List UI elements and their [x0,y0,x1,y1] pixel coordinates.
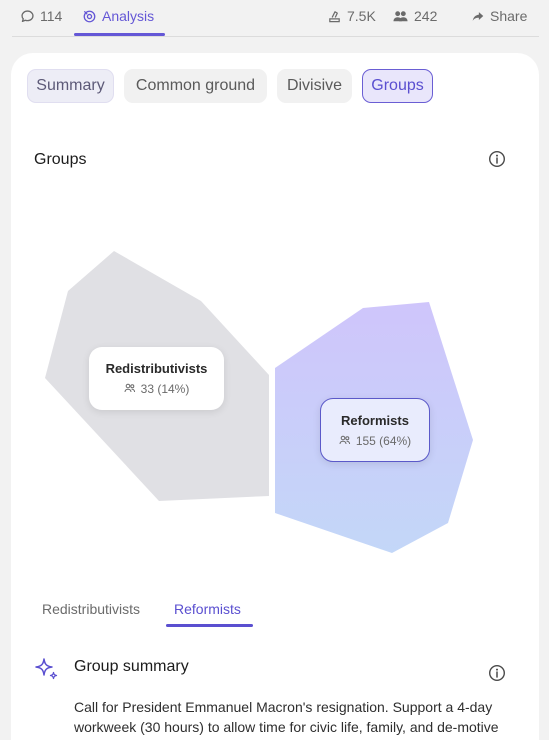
people-icon [339,434,351,448]
share-label: Share [490,8,528,24]
votes-stat: 7.5K [327,8,376,24]
group-summary-text: Call for President Emmanuel Macron's res… [74,699,499,740]
group-count-row: 155 (64%) [339,434,411,448]
sparkle-icon [34,656,60,687]
analysis-icon [82,9,97,24]
top-bar: 114 Analysis 7.5K 242 Share [0,0,549,37]
tab-redistributivists[interactable]: Redistributivists [42,601,140,617]
participants-icon [392,9,409,24]
share-button[interactable]: Share [471,8,527,24]
group-badge-redistributivists[interactable]: Redistributivists 33 (14%) [89,347,224,410]
tab-active-indicator [166,624,253,627]
analysis-label: Analysis [102,8,155,24]
votes-count: 7.5K [347,8,376,24]
group-tabs: Redistributivists Reformists [11,593,539,633]
topbar-divider [12,36,539,37]
comments-tab[interactable]: 114 [20,8,62,24]
group-name: Redistributivists [105,361,208,376]
summary-info-icon[interactable] [488,664,506,682]
share-icon [471,9,485,23]
group-name: Reformists [341,412,409,428]
group-count-row: 33 (14%) [124,382,190,396]
group-count: 155 (64%) [355,433,412,448]
group-summary-title: Group summary [74,658,189,675]
info-icon[interactable] [488,150,506,168]
group-count: 33 (14%) [140,382,190,396]
filter-groups-button[interactable]: Groups [362,69,433,103]
filter-summary-button[interactable]: Summary [27,69,114,103]
filter-common-ground-button[interactable]: Common ground [124,69,267,103]
vote-icon [327,9,342,24]
filter-divisive-button[interactable]: Divisive [277,69,352,103]
analysis-card: Summary Common ground Divisive Groups Gr… [11,53,539,740]
group-badge-reformists[interactable]: Reformists 155 (64%) [320,398,430,462]
analysis-tab[interactable]: Analysis [82,8,154,24]
comment-icon [20,9,35,24]
people-icon [124,382,136,396]
groups-section-title: Groups [34,151,87,168]
participants-count: 242 [414,8,438,24]
participants-stat: 242 [392,8,437,24]
tab-reformists[interactable]: Reformists [174,601,241,617]
comments-count: 114 [40,8,63,24]
